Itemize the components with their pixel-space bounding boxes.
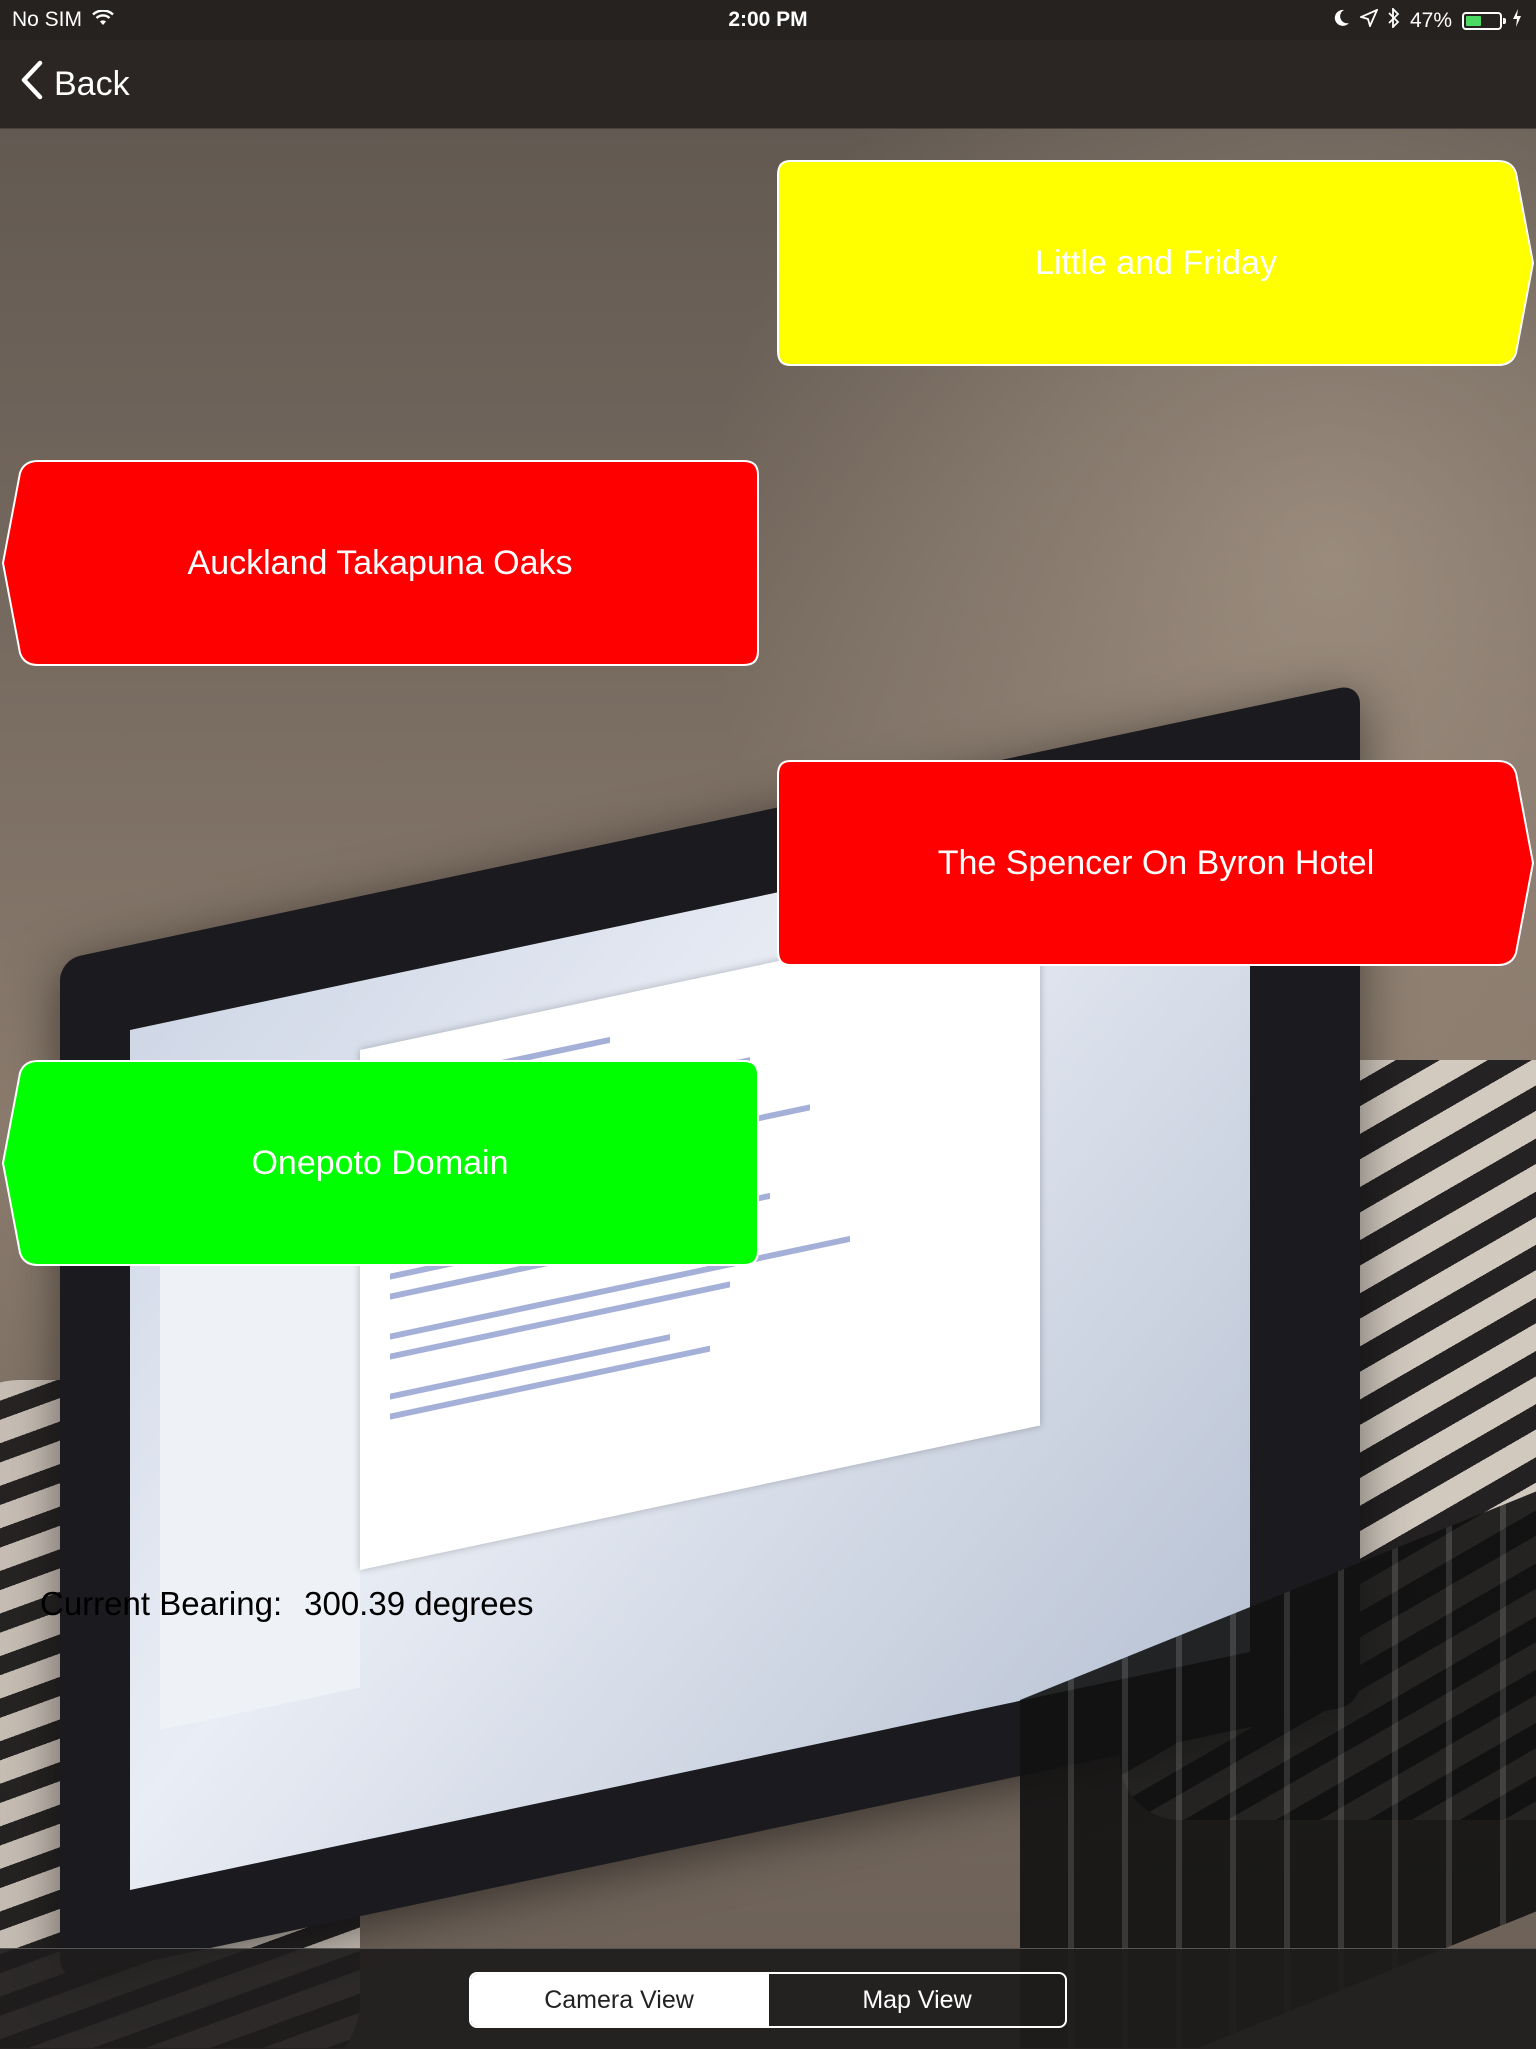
battery-percent: 47% bbox=[1409, 9, 1452, 32]
ar-label-text: Little and Friday bbox=[1035, 243, 1277, 282]
ar-label-text: Onepoto Domain bbox=[251, 1143, 509, 1182]
battery-icon bbox=[1462, 12, 1506, 30]
ar-label-little-and-friday[interactable]: Little and Friday bbox=[776, 159, 1536, 367]
view-segmented-control[interactable]: Camera View Map View bbox=[469, 1972, 1067, 2028]
ar-label-spencer-on-byron[interactable]: The Spencer On Byron Hotel bbox=[776, 759, 1536, 967]
bearing-value: 300.39 degrees bbox=[304, 1585, 534, 1622]
status-right: 47% bbox=[1334, 6, 1522, 34]
location-arrow-icon bbox=[1358, 8, 1379, 33]
charging-icon bbox=[1512, 9, 1522, 33]
back-label: Back bbox=[54, 64, 130, 103]
status-time: 2:00 PM bbox=[728, 8, 808, 31]
segment-map-view[interactable]: Map View bbox=[767, 1974, 1065, 2026]
chevron-left-icon bbox=[20, 60, 44, 109]
ar-label-text: The Spencer On Byron Hotel bbox=[937, 843, 1375, 882]
bearing-label: Current Bearing: bbox=[40, 1585, 283, 1622]
segment-camera-view[interactable]: Camera View bbox=[471, 1974, 767, 2026]
back-button[interactable]: Back bbox=[20, 56, 130, 112]
bearing-readout: Current Bearing: 300.39 degrees bbox=[40, 1585, 533, 1623]
ar-label-text: Auckland Takapuna Oaks bbox=[187, 543, 573, 582]
ar-label-onepoto-domain[interactable]: Onepoto Domain bbox=[0, 1059, 760, 1267]
moon-icon bbox=[1334, 9, 1350, 33]
laptop-file-navigator bbox=[160, 1207, 360, 1730]
bluetooth-icon bbox=[1388, 6, 1400, 34]
ar-label-auckland-takapuna-oaks[interactable]: Auckland Takapuna Oaks bbox=[0, 459, 760, 667]
navigation-bar: Back bbox=[0, 40, 1536, 129]
bottom-toolbar: Camera View Map View bbox=[0, 1948, 1536, 2049]
status-bar: No SIM 2:00 PM 47% bbox=[0, 0, 1536, 40]
